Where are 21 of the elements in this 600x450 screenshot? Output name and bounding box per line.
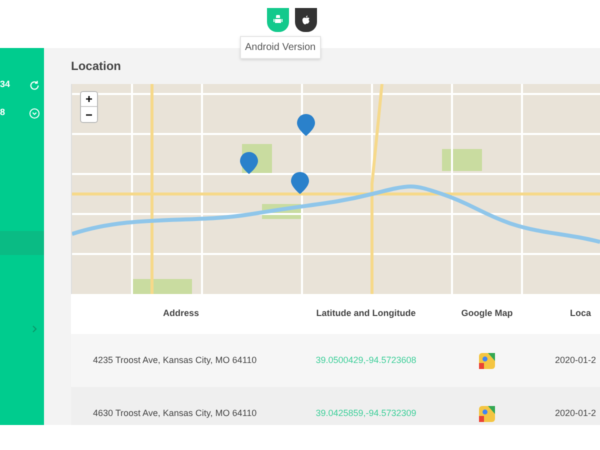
time-cell-text: 2020-01-2: [554, 406, 598, 420]
address-cell-text: 4235 Troost Ave, Kansas City, MO 64110: [92, 354, 258, 367]
time-cell-text: 2020-01-2: [554, 354, 598, 367]
zoom-in-button[interactable]: +: [81, 92, 97, 107]
chevron-circle-icon[interactable]: [29, 108, 40, 118]
platform-tab[interactable]: [295, 8, 317, 32]
address-cell-text: 4630 Troost Ave, Kansas City, MO 64110: [92, 406, 258, 420]
sidebar-count: 8: [0, 106, 6, 120]
refresh-icon[interactable]: [29, 80, 40, 90]
sidebar-count: 34: [0, 78, 10, 92]
column-header: Address: [162, 307, 200, 320]
map-icon[interactable]: [479, 406, 495, 422]
tooltip: Android Version: [240, 36, 321, 59]
chevron-right-icon: [32, 325, 38, 333]
section-title: Location: [71, 58, 122, 75]
column-header: Latitude and Longitude: [315, 307, 417, 320]
map-icon[interactable]: [479, 352, 495, 368]
column-header: Loca: [569, 307, 592, 320]
apple-icon: [301, 15, 311, 25]
zoom-out-button[interactable]: −: [81, 107, 97, 122]
column-header: Google Map: [460, 307, 514, 320]
